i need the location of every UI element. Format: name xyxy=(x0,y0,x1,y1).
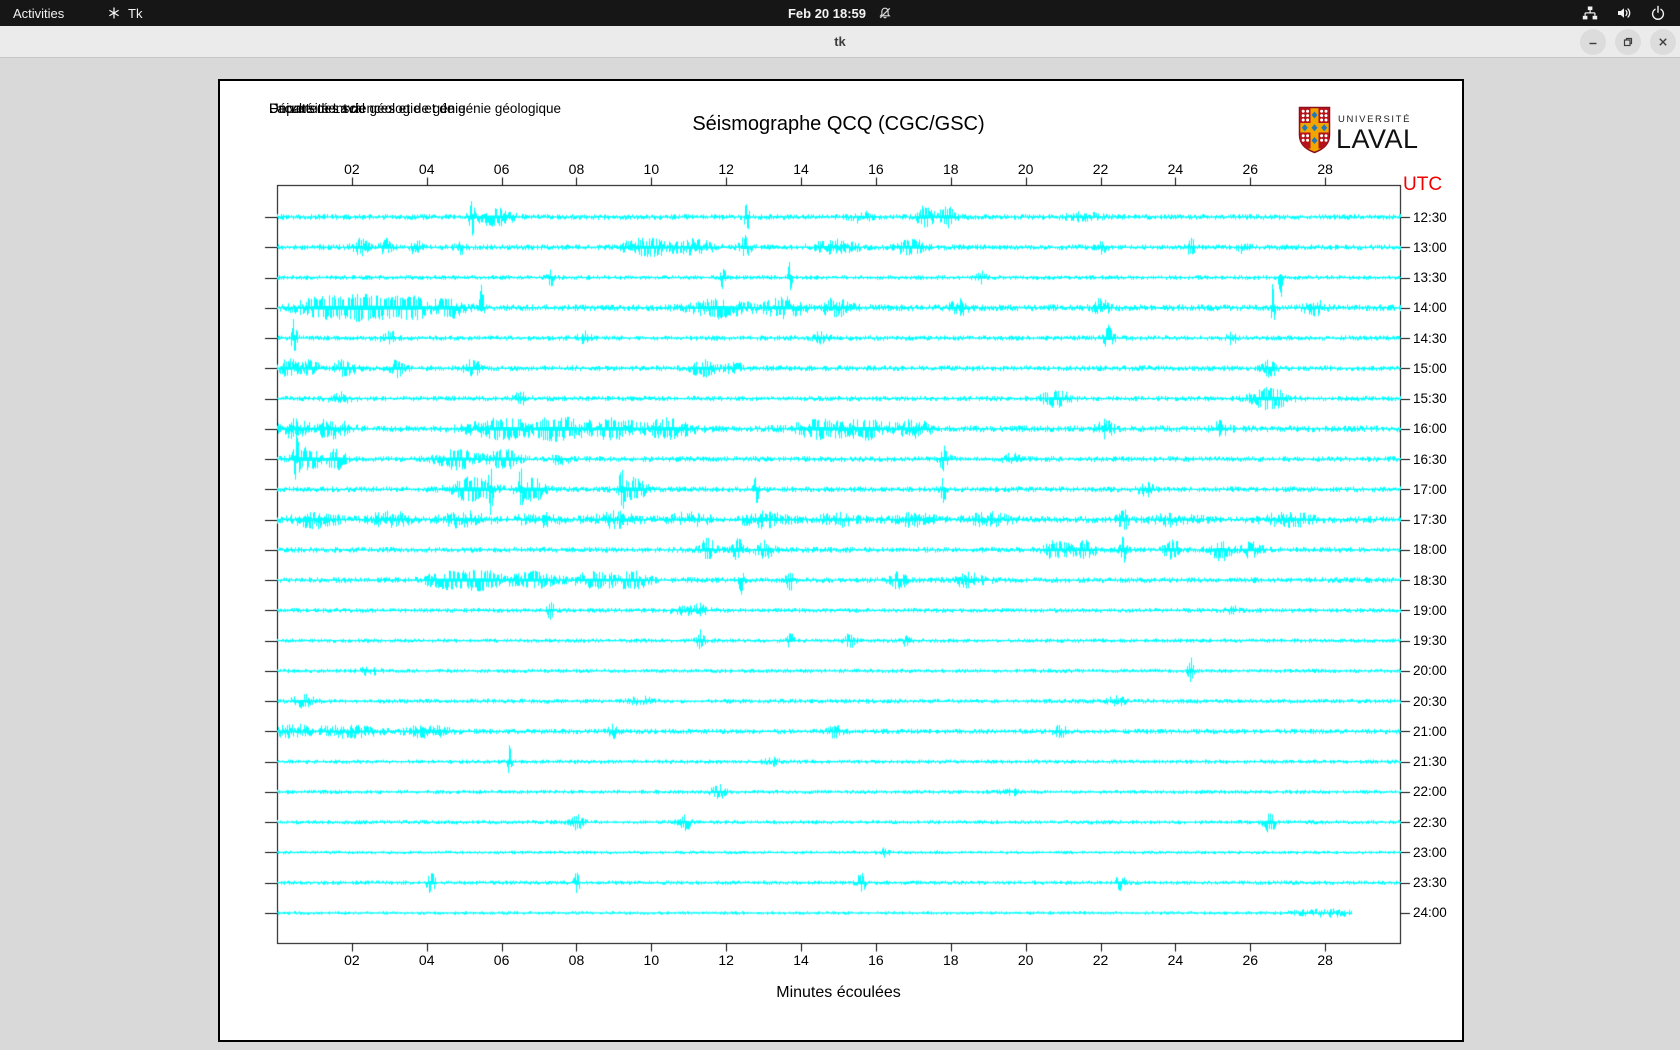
x-tick-label-bottom: 28 xyxy=(1317,952,1333,968)
system-status-area[interactable] xyxy=(1582,0,1666,26)
time-label: 18:30 xyxy=(1413,572,1447,588)
x-tick-label-top: 08 xyxy=(568,161,585,177)
time-label: 13:30 xyxy=(1413,270,1447,286)
time-label: 15:30 xyxy=(1413,391,1447,407)
minimize-button[interactable] xyxy=(1580,29,1606,55)
laval-shield-icon xyxy=(1298,106,1331,154)
clock-label: Feb 20 18:59 xyxy=(787,5,867,21)
time-label: 23:00 xyxy=(1413,844,1447,860)
x-tick-label-top: 20 xyxy=(1017,161,1034,177)
x-axis-title: Minutes écoulées xyxy=(776,984,901,1001)
x-tick-label-bottom: 08 xyxy=(568,952,585,968)
time-label: 15:00 xyxy=(1413,360,1447,376)
tk-sparkle-icon xyxy=(107,6,121,20)
time-label: 22:30 xyxy=(1413,814,1447,830)
x-tick-label-bottom: 20 xyxy=(1017,952,1034,968)
time-label: 21:00 xyxy=(1413,723,1447,739)
x-tick-label-top: 18 xyxy=(943,161,959,177)
x-tick-label-top: 24 xyxy=(1167,161,1184,177)
x-tick-label-bottom: 26 xyxy=(1242,952,1259,968)
seismograph-canvas-frame: Département de géologie et de génie géol… xyxy=(218,79,1464,1042)
x-tick-label-bottom: 06 xyxy=(493,952,510,968)
time-label: 19:30 xyxy=(1413,633,1447,649)
time-label: 24:00 xyxy=(1413,905,1447,921)
time-label: 20:00 xyxy=(1413,663,1447,679)
minimize-icon xyxy=(1589,42,1597,45)
x-tick-label-bottom: 24 xyxy=(1167,952,1184,968)
time-label: 17:00 xyxy=(1413,481,1447,497)
restore-icon xyxy=(1623,37,1633,47)
power-icon xyxy=(1650,5,1666,21)
time-label: 12:30 xyxy=(1413,209,1447,225)
focused-app-indicator[interactable]: Tk xyxy=(107,0,142,26)
x-tick-label-bottom: 18 xyxy=(943,952,959,968)
time-label: 18:00 xyxy=(1413,542,1447,558)
time-label: 23:30 xyxy=(1413,875,1447,891)
seismogram-traces xyxy=(220,81,1462,1040)
window-titlebar[interactable]: tk xyxy=(0,26,1680,58)
x-tick-label-bottom: 12 xyxy=(718,952,734,968)
time-label: 19:00 xyxy=(1413,602,1447,618)
time-label: 14:00 xyxy=(1413,300,1447,316)
time-label: 13:00 xyxy=(1413,239,1447,255)
x-tick-label-top: 12 xyxy=(718,161,734,177)
x-tick-label-bottom: 10 xyxy=(643,952,660,968)
logo-laval-text: LAVAL xyxy=(1336,124,1419,154)
x-tick-label-bottom: 02 xyxy=(344,952,360,968)
desktop-screen: Activities Tk Feb 20 18:59 tk Départemen… xyxy=(0,0,1680,1050)
clock-menu[interactable]: Feb 20 18:59 xyxy=(788,0,892,26)
time-label: 22:00 xyxy=(1413,784,1447,800)
x-tick-label-top: 04 xyxy=(418,161,435,177)
network-tree-icon xyxy=(1582,5,1598,21)
x-tick-label-top: 02 xyxy=(344,161,360,177)
x-tick-label-top: 26 xyxy=(1242,161,1259,177)
x-tick-label-top: 22 xyxy=(1092,161,1109,177)
x-tick-label-bottom: 04 xyxy=(418,952,435,968)
time-label: 20:30 xyxy=(1413,693,1447,709)
activities-button[interactable]: Activities xyxy=(13,0,64,26)
window-title: tk xyxy=(834,34,846,49)
plot-title: Séismographe QCQ (CGC/GSC) xyxy=(692,113,985,135)
gnome-top-bar: Activities Tk Feb 20 18:59 xyxy=(0,0,1680,26)
time-label: 21:30 xyxy=(1413,754,1447,770)
utc-axis-label: UTC xyxy=(1403,174,1443,195)
x-tick-label-top: 10 xyxy=(643,161,660,177)
speaker-icon xyxy=(1616,5,1632,21)
bell-slash-icon xyxy=(878,6,892,20)
x-tick-label-bottom: 22 xyxy=(1092,952,1109,968)
app-name-label: Tk xyxy=(128,5,143,21)
x-tick-label-bottom: 16 xyxy=(868,952,884,968)
activities-label: Activities xyxy=(13,5,65,21)
x-tick-label-top: 28 xyxy=(1317,161,1333,177)
x-tick-label-top: 16 xyxy=(868,161,884,177)
time-label: 16:30 xyxy=(1413,451,1447,467)
time-label: 17:30 xyxy=(1413,512,1447,528)
x-tick-label-top: 14 xyxy=(793,161,809,177)
time-label: 14:30 xyxy=(1413,330,1447,346)
close-button[interactable] xyxy=(1650,29,1676,55)
close-icon xyxy=(1659,38,1667,46)
x-tick-label-top: 06 xyxy=(493,161,510,177)
x-tick-label-bottom: 14 xyxy=(793,952,809,968)
maximize-button[interactable] xyxy=(1615,29,1641,55)
time-label: 16:00 xyxy=(1413,421,1447,437)
